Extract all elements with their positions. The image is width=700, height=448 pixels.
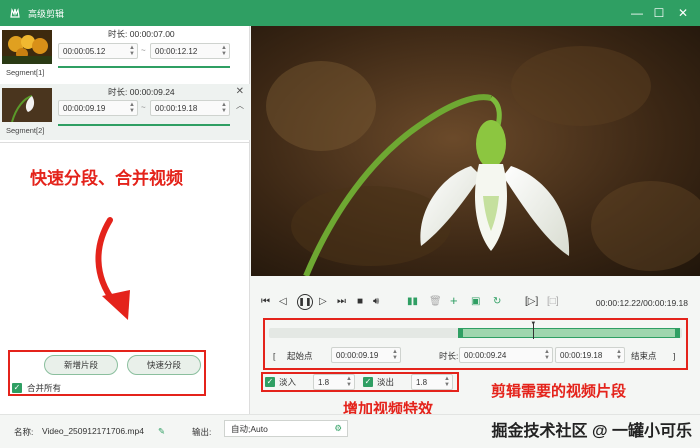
selection-end-handle[interactable]: [674, 329, 680, 337]
next-segment-icon[interactable]: ⏭: [337, 296, 346, 307]
output-select[interactable]: 自动;Auto ⚙: [224, 420, 348, 437]
reset-icon[interactable]: ↻: [493, 296, 501, 307]
duration-input[interactable]: 00:00:09.24 ▲ ▼: [459, 347, 553, 363]
segment-panel: Segment[1] 时长: 00:00:07.00 00:00:05.12 ▲ ▼…: [0, 26, 250, 414]
spinner-icon[interactable]: ▲ ▼: [129, 102, 135, 114]
video-preview[interactable]: [251, 26, 700, 276]
checkbox-checked-icon[interactable]: ✓: [265, 377, 275, 387]
annotation-left-title: 快速分段、合并视频: [30, 169, 183, 188]
window-title: 高级剪辑: [28, 8, 65, 19]
segment-item[interactable]: Segment[2] 时长: 00:00:09.24 ✕ ︿ 00:00:09.…: [0, 84, 250, 140]
playhead[interactable]: ▼: [530, 321, 537, 339]
spinner-icon[interactable]: ▲ ▼: [392, 349, 398, 361]
spinner-icon[interactable]: ▲ ▼: [221, 45, 227, 57]
spinner-icon[interactable]: ▲ ▼: [129, 45, 135, 57]
timeline-selection[interactable]: [457, 328, 680, 338]
fade-out-input[interactable]: 1.8 ▲ ▼: [411, 374, 453, 390]
segment-start-input[interactable]: 00:00:05.12 ▲ ▼: [58, 43, 138, 59]
step-back-icon[interactable]: ◁: [279, 296, 287, 307]
editor-controls: ⏮ ◁ ❚❚ ▷ ⏭ ■ 🔊︎ ▮▮ 🗑︎ + ▣ ↻ [▷] [□] 00:0…: [251, 276, 700, 418]
bottom-bar: 名称: Video_250912171706.mp4 ✎ 输出: 自动;Auto…: [0, 414, 700, 448]
segment-end-input[interactable]: 00:00:12.12 ▲ ▼: [150, 43, 230, 59]
close-button[interactable]: ✕: [672, 0, 694, 26]
edit-name-icon[interactable]: ✎: [158, 426, 165, 437]
segment-start-input[interactable]: 00:00:09.19 ▲ ▼: [58, 100, 138, 116]
copy-icon[interactable]: ▣: [471, 296, 480, 307]
duration-text: 时长:: [439, 350, 459, 361]
segment-range-bar: [58, 66, 230, 68]
output-label: 输出:: [192, 427, 212, 437]
mark-out-icon[interactable]: [□]: [547, 296, 559, 307]
split-icon[interactable]: ▮▮: [407, 296, 418, 307]
spinner-icon[interactable]: ▲ ▼: [346, 376, 352, 388]
file-name: Video_250912171706.mp4: [42, 426, 144, 436]
start-time-input[interactable]: 00:00:09.19 ▲ ▼: [331, 347, 401, 363]
volume-icon[interactable]: 🔊︎: [373, 296, 379, 307]
end-time-input[interactable]: 00:00:19.18 ▲ ▼: [555, 347, 625, 363]
fade-out-control[interactable]: ✓ 淡出: [363, 376, 394, 388]
segment-label: Segment[2]: [6, 126, 45, 135]
timeline-range-row: [ 起始点 00:00:09.19 ▲ ▼ 时长: 00:00:09.24 ▲ ▼ 00…: [269, 346, 682, 365]
spinner-icon[interactable]: ▲ ▼: [221, 102, 227, 114]
collapse-icon[interactable]: ︿: [236, 100, 244, 111]
timeline-track[interactable]: ▼: [269, 321, 682, 339]
step-forward-icon[interactable]: ▷: [319, 296, 327, 307]
title-bar: 高级剪辑 — ☐ ✕: [0, 0, 700, 26]
add-icon[interactable]: +: [450, 293, 458, 308]
segment-label: Segment[1]: [6, 68, 45, 77]
annotation-timeline-note: 剪辑需要的视频片段: [491, 383, 627, 400]
segment-item[interactable]: Segment[1] 时长: 00:00:07.00 00:00:05.12 ▲ ▼…: [0, 26, 250, 80]
checkbox-checked-icon[interactable]: ✓: [12, 383, 22, 393]
video-frame: [251, 26, 700, 276]
fade-in-control[interactable]: ✓ 淡入: [265, 376, 296, 388]
selection-start-handle[interactable]: [457, 329, 463, 337]
prev-segment-icon[interactable]: ⏮: [261, 296, 270, 307]
segment-duration: 时长: 00:00:07.00: [108, 29, 175, 39]
name-label: 名称:: [14, 427, 34, 437]
segment-thumbnail: [2, 30, 52, 64]
spinner-icon[interactable]: ▲ ▼: [444, 376, 450, 388]
bracket-right-icon: ]: [673, 350, 676, 361]
spinner-icon[interactable]: ▲ ▼: [616, 349, 622, 361]
spinner-icon[interactable]: ▲ ▼: [544, 349, 550, 361]
start-point-button[interactable]: 起始点: [287, 350, 313, 362]
segment-end-input[interactable]: 00:00:19.18 ▲ ▼: [150, 100, 230, 116]
segment-range-bar: [58, 124, 230, 126]
fast-split-button[interactable]: 快速分段: [127, 355, 201, 375]
fade-in-input[interactable]: 1.8 ▲ ▼: [313, 374, 355, 390]
playback-time: 00:00:12.22/00:00:19.18: [595, 298, 688, 308]
minimize-button[interactable]: —: [626, 0, 648, 26]
pause-icon[interactable]: ❚❚: [297, 294, 313, 310]
annotation-arrow-icon: [95, 217, 130, 320]
delete-icon[interactable]: 🗑︎: [429, 296, 442, 307]
settings-gear-icon[interactable]: ⚙: [334, 423, 342, 434]
playhead-icon: ▼: [530, 321, 537, 327]
stop-icon[interactable]: ■: [357, 296, 363, 307]
maximize-button[interactable]: ☐: [648, 0, 670, 26]
bracket-left-icon: [: [273, 350, 276, 361]
merge-all-checkbox[interactable]: ✓ 合并所有: [12, 382, 61, 394]
segment-thumbnail: [2, 88, 52, 122]
mark-in-icon[interactable]: [▷]: [525, 296, 538, 307]
end-point-button[interactable]: 结束点: [631, 350, 657, 362]
checkbox-checked-icon[interactable]: ✓: [363, 377, 373, 387]
watermark-text: 掘金技术社区 @ 一罐小可乐: [491, 423, 693, 440]
remove-segment-icon[interactable]: ✕: [236, 86, 244, 97]
app-logo-icon: [8, 6, 22, 20]
add-segment-button[interactable]: 新增片段: [44, 355, 118, 375]
segment-duration: 时长: 00:00:09.24: [108, 87, 175, 97]
